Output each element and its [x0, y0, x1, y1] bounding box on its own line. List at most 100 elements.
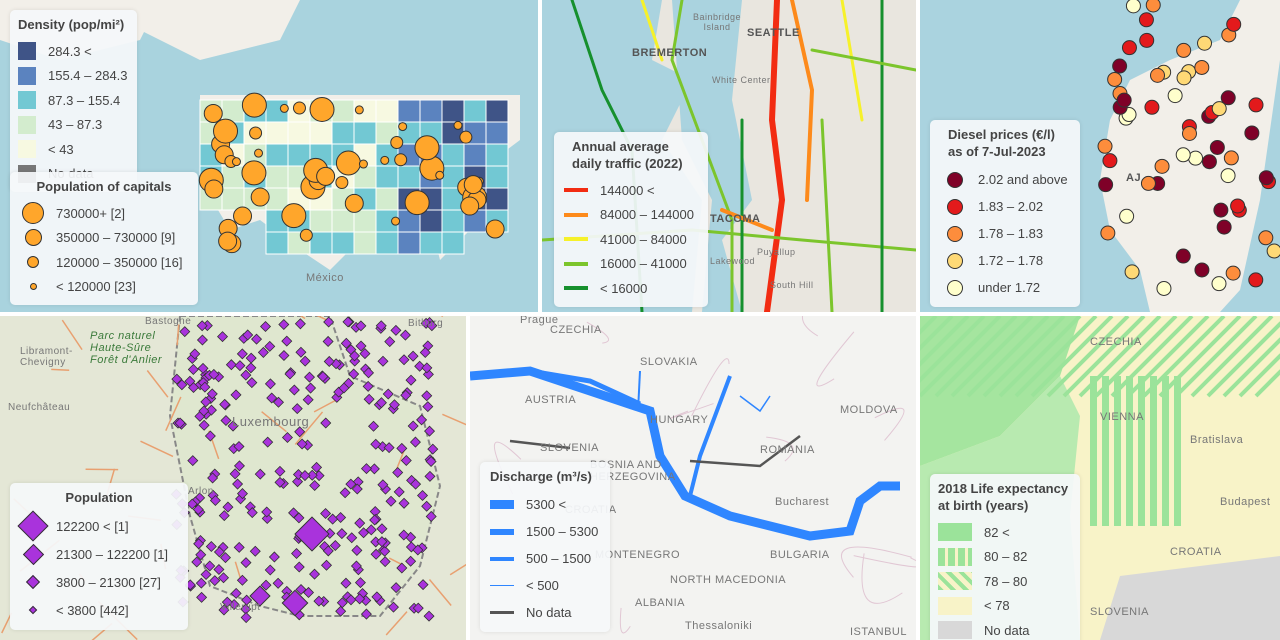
life-expectancy-map[interactable]: CZECHIA VIENNA Bratislava Budapest SLOVENIA C…	[920, 316, 1280, 640]
line-symbol	[564, 237, 588, 242]
state-shape	[331, 209, 355, 233]
commune-marker	[390, 324, 402, 336]
map-label-bitburg: Bitburg	[408, 318, 444, 329]
legend-label: < 500	[526, 578, 559, 593]
station-marker	[1144, 99, 1160, 115]
state-shape	[221, 187, 245, 211]
state-shape	[309, 231, 333, 255]
legend-label: 84000 – 144000	[600, 207, 694, 223]
capital-marker	[241, 92, 267, 118]
legend-title: Discharge (m³/s)	[490, 469, 592, 484]
legend-item: 43 – 87.3	[18, 113, 129, 138]
state-shape	[353, 121, 377, 145]
station-marker	[1226, 16, 1242, 32]
legend-item: 84000 – 144000	[564, 203, 698, 228]
state-shape	[441, 143, 465, 167]
legend-item: 1.83 – 2.02	[940, 193, 1070, 220]
commune-marker	[422, 401, 434, 413]
legend-item: < 16000	[564, 276, 698, 301]
map-label-bulgaria: BULGARIA	[770, 549, 830, 561]
map-label-tacoma: TACOMA	[710, 213, 761, 225]
map-label-villerupt: Villerupt	[220, 602, 261, 613]
diesel-legend: Diesel prices (€/l) as of 7-Jul-2023 2.0…	[930, 120, 1080, 307]
capital-marker	[241, 160, 267, 186]
pattern-swatch	[938, 523, 972, 542]
map-label-puyallup: Puyallup	[757, 247, 796, 257]
state-shape	[375, 165, 399, 189]
map-label-austria: AUSTRIA	[525, 394, 577, 406]
station-marker	[1124, 264, 1140, 280]
station-marker	[1156, 280, 1172, 296]
color-swatch	[18, 42, 36, 61]
road-segment	[820, 118, 834, 312]
map-label-lakewood: Lakewood	[710, 256, 756, 266]
station-marker	[1244, 125, 1260, 141]
station-marker	[1209, 139, 1225, 155]
state-shape	[463, 99, 487, 123]
capital-marker	[279, 103, 289, 113]
commune-marker	[377, 355, 389, 367]
circle-symbol	[22, 202, 44, 225]
hatch-stripe	[1150, 376, 1157, 526]
legend-label: 21300 – 122200 [1]	[56, 546, 169, 562]
map-label-czechia: CZECHIA	[1090, 336, 1142, 348]
us-density-map[interactable]: México Density (pop/mi²) 284.3 < 155.4 – …	[0, 0, 538, 312]
legend-item: 2.02 and above	[940, 166, 1070, 193]
luxembourg-population-map[interactable]: Bastogne Libramont-Chevigny Parc naturel…	[0, 316, 466, 640]
station-marker	[1154, 158, 1170, 174]
state-shape	[485, 121, 509, 145]
capital-marker	[391, 216, 401, 226]
state-shape	[375, 231, 399, 255]
capital-marker	[204, 179, 224, 199]
legend-item: 41000 – 84000	[564, 227, 698, 252]
diamond-symbol	[17, 510, 49, 542]
map-label-istanbul: ISTANBUL	[850, 626, 907, 638]
state-shape	[485, 165, 509, 189]
life-expectancy-legend: 2018 Life expectancy at birth (years) 82…	[930, 474, 1080, 640]
legend-label: 3800 – 21300 [27]	[56, 574, 161, 590]
commune-marker	[407, 350, 419, 362]
hatch-stripe	[1190, 316, 1274, 398]
legend-label: 80 – 82	[984, 549, 1028, 565]
circle-symbol	[24, 229, 42, 247]
legend-label: 1.72 – 1.78	[978, 253, 1044, 268]
legend-label: No data	[526, 605, 572, 620]
state-shape	[265, 165, 289, 189]
river-tisza	[688, 375, 732, 497]
capital-marker	[335, 175, 349, 189]
state-shape	[441, 209, 465, 233]
station-marker	[1112, 58, 1128, 74]
commune-marker	[398, 354, 410, 366]
map-label-luxembourg: Luxembourg	[232, 414, 310, 429]
legend-item: 82 <	[938, 520, 1072, 545]
state-shape	[309, 209, 333, 233]
station-marker	[1097, 138, 1113, 154]
map-label-parc-naturel: Parc naturel Haute-Sûre Forêt d'Anlier	[90, 330, 163, 366]
state-shape	[419, 231, 443, 255]
legend-title: Annual average daily traffic (2022)	[572, 139, 683, 171]
station-marker	[1181, 126, 1197, 142]
map-label-bremerton: BREMERTON	[632, 47, 708, 59]
corsica-diesel-map[interactable]: AJ Diesel prices (€/l) as of 7-Jul-2023 …	[920, 0, 1280, 312]
hatch-stripe	[1102, 376, 1109, 526]
legend-label: 350000 – 730000 [9]	[56, 230, 176, 246]
state-shape	[221, 165, 245, 189]
legend-item: 16000 – 41000	[564, 252, 698, 277]
state-shape	[309, 121, 333, 145]
state-shape	[287, 121, 311, 145]
seattle-traffic-map[interactable]: Bainbridge Island BREMERTON SEATTLE Whit…	[542, 0, 916, 312]
population-legend: Population 122200 < [1] 21300 – 122200 [1…	[10, 483, 188, 630]
hatch-stripe	[1126, 376, 1133, 526]
station-marker	[1176, 42, 1192, 58]
state-shape	[265, 121, 289, 145]
state-shape	[485, 187, 509, 211]
pattern-swatch	[938, 547, 972, 566]
state-shape	[397, 165, 421, 189]
capital-marker	[299, 228, 313, 242]
commune-marker	[421, 390, 433, 402]
map-label-thessaloniki: Thessaloniki	[685, 620, 753, 632]
capital-marker	[380, 155, 390, 165]
station-marker	[1248, 97, 1264, 113]
danube-discharge-map[interactable]: Prague CZECHIA SLOVAKIA AUSTRIA HUNGARY MOLDO…	[470, 316, 916, 640]
pattern-swatch	[938, 621, 972, 640]
